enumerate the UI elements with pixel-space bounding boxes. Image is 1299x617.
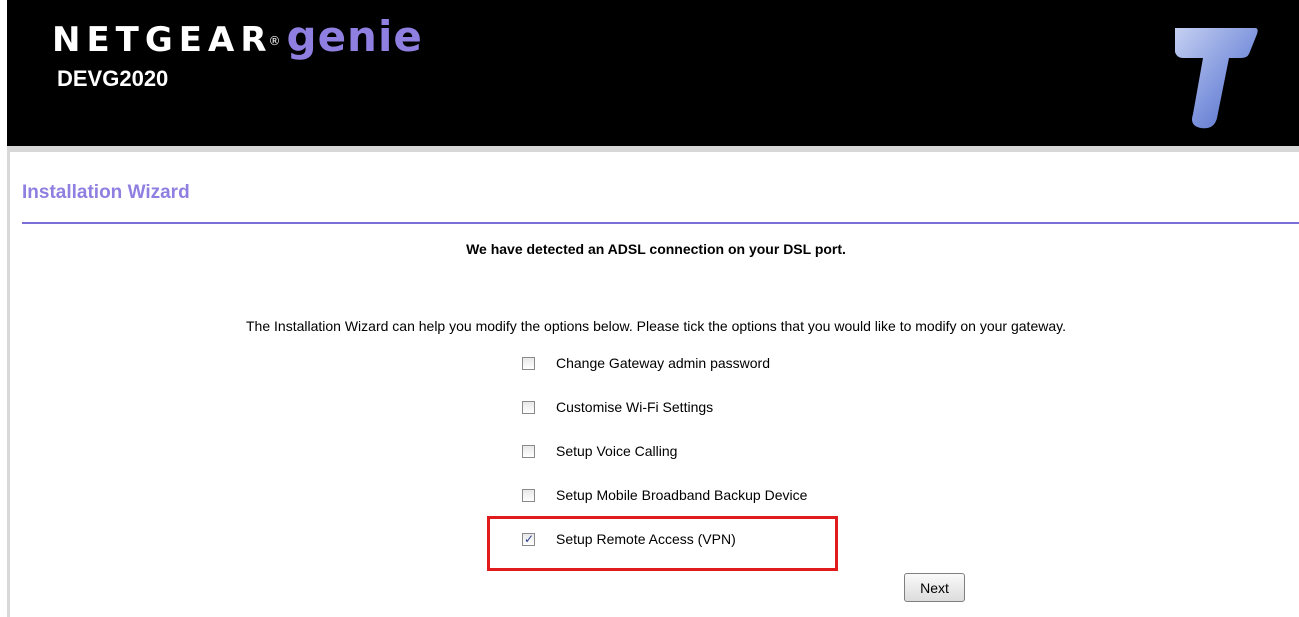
checkbox[interactable] bbox=[522, 356, 535, 370]
checkbox[interactable] bbox=[522, 488, 535, 502]
option-label: Setup Voice Calling bbox=[556, 443, 678, 459]
title-divider bbox=[22, 222, 1299, 224]
wizard-panel: Installation Wizard We have detected an … bbox=[7, 152, 1299, 617]
next-button[interactable]: Next bbox=[904, 573, 965, 602]
highlight-annotation bbox=[487, 516, 838, 571]
brand-netgear-text: NETGEAR bbox=[52, 20, 273, 60]
option-label: Customise Wi-Fi Settings bbox=[556, 399, 714, 415]
model-name: DEVG2020 bbox=[57, 66, 169, 91]
intro-text: The Installation Wizard can help you mod… bbox=[246, 318, 1066, 334]
option-label: Setup Mobile Broadband Backup Device bbox=[556, 487, 808, 503]
detected-message: We have detected an ADSL connection on y… bbox=[466, 241, 846, 257]
page-title: Installation Wizard bbox=[22, 182, 190, 203]
header-bar: NETGEAR® genie DEVG2020 bbox=[7, 0, 1299, 146]
telstra-logo-icon bbox=[1175, 28, 1258, 129]
option-customise-wifi[interactable]: Customise Wi-Fi Settings bbox=[522, 396, 713, 418]
brand-genie-text: genie bbox=[286, 12, 423, 61]
checkbox[interactable] bbox=[522, 400, 535, 414]
page: NETGEAR® genie DEVG2020 Installation Wiza… bbox=[0, 0, 1299, 617]
option-mobile-broadband-backup[interactable]: Setup Mobile Broadband Backup Device bbox=[522, 484, 807, 506]
option-voice-calling[interactable]: Setup Voice Calling bbox=[522, 440, 677, 462]
checkbox[interactable] bbox=[522, 444, 535, 458]
netgear-genie-logo: NETGEAR® genie bbox=[52, 12, 423, 61]
option-change-admin-password[interactable]: Change Gateway admin password bbox=[522, 352, 770, 374]
option-label: Change Gateway admin password bbox=[556, 355, 771, 371]
brand-registered-mark: ® bbox=[268, 33, 281, 48]
